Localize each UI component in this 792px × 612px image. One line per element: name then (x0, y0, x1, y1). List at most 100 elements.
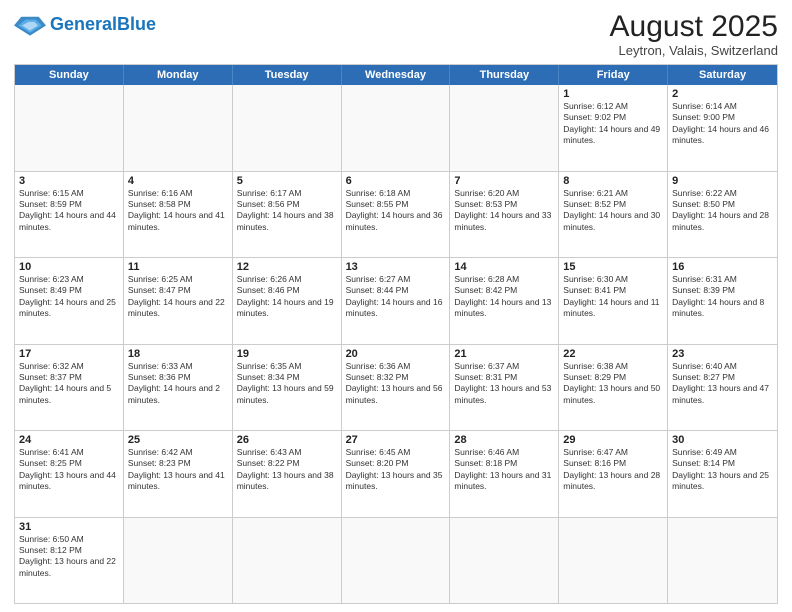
calendar-cell: 20Sunrise: 6:36 AM Sunset: 8:32 PM Dayli… (342, 345, 451, 431)
calendar-cell: 12Sunrise: 6:26 AM Sunset: 8:46 PM Dayli… (233, 258, 342, 344)
calendar-cell (124, 518, 233, 604)
calendar-cell: 31Sunrise: 6:50 AM Sunset: 8:12 PM Dayli… (15, 518, 124, 604)
day-info: Sunrise: 6:43 AM Sunset: 8:22 PM Dayligh… (237, 447, 337, 493)
calendar-cell: 5Sunrise: 6:17 AM Sunset: 8:56 PM Daylig… (233, 172, 342, 258)
calendar-cell: 23Sunrise: 6:40 AM Sunset: 8:27 PM Dayli… (668, 345, 777, 431)
weekday-tuesday: Tuesday (233, 65, 342, 85)
day-info: Sunrise: 6:17 AM Sunset: 8:56 PM Dayligh… (237, 188, 337, 234)
day-info: Sunrise: 6:45 AM Sunset: 8:20 PM Dayligh… (346, 447, 446, 493)
day-number: 31 (19, 521, 119, 533)
weekday-thursday: Thursday (450, 65, 559, 85)
day-info: Sunrise: 6:22 AM Sunset: 8:50 PM Dayligh… (672, 188, 773, 234)
day-info: Sunrise: 6:35 AM Sunset: 8:34 PM Dayligh… (237, 361, 337, 407)
calendar-cell: 29Sunrise: 6:47 AM Sunset: 8:16 PM Dayli… (559, 431, 668, 517)
calendar-cell: 10Sunrise: 6:23 AM Sunset: 8:49 PM Dayli… (15, 258, 124, 344)
weekday-saturday: Saturday (668, 65, 777, 85)
header: GeneralBlue August 2025 Leytron, Valais,… (14, 10, 778, 58)
subtitle: Leytron, Valais, Switzerland (610, 43, 778, 58)
calendar-cell (450, 85, 559, 171)
weekday-monday: Monday (124, 65, 233, 85)
day-number: 21 (454, 348, 554, 360)
day-info: Sunrise: 6:37 AM Sunset: 8:31 PM Dayligh… (454, 361, 554, 407)
day-info: Sunrise: 6:18 AM Sunset: 8:55 PM Dayligh… (346, 188, 446, 234)
day-number: 7 (454, 175, 554, 187)
day-number: 20 (346, 348, 446, 360)
day-info: Sunrise: 6:36 AM Sunset: 8:32 PM Dayligh… (346, 361, 446, 407)
calendar-cell: 17Sunrise: 6:32 AM Sunset: 8:37 PM Dayli… (15, 345, 124, 431)
logo-general: General (50, 14, 117, 34)
calendar-cell: 1Sunrise: 6:12 AM Sunset: 9:02 PM Daylig… (559, 85, 668, 171)
day-info: Sunrise: 6:40 AM Sunset: 8:27 PM Dayligh… (672, 361, 773, 407)
calendar-cell (342, 85, 451, 171)
day-number: 30 (672, 434, 773, 446)
day-info: Sunrise: 6:47 AM Sunset: 8:16 PM Dayligh… (563, 447, 663, 493)
day-number: 15 (563, 261, 663, 273)
day-info: Sunrise: 6:25 AM Sunset: 8:47 PM Dayligh… (128, 274, 228, 320)
calendar-cell (668, 518, 777, 604)
main-title: August 2025 (610, 10, 778, 43)
day-number: 14 (454, 261, 554, 273)
calendar-row: 1Sunrise: 6:12 AM Sunset: 9:02 PM Daylig… (15, 85, 777, 171)
day-info: Sunrise: 6:50 AM Sunset: 8:12 PM Dayligh… (19, 534, 119, 580)
calendar-row: 10Sunrise: 6:23 AM Sunset: 8:49 PM Dayli… (15, 257, 777, 344)
day-info: Sunrise: 6:14 AM Sunset: 9:00 PM Dayligh… (672, 101, 773, 147)
day-number: 22 (563, 348, 663, 360)
day-info: Sunrise: 6:23 AM Sunset: 8:49 PM Dayligh… (19, 274, 119, 320)
day-info: Sunrise: 6:32 AM Sunset: 8:37 PM Dayligh… (19, 361, 119, 407)
calendar-cell: 22Sunrise: 6:38 AM Sunset: 8:29 PM Dayli… (559, 345, 668, 431)
day-number: 3 (19, 175, 119, 187)
calendar-cell: 9Sunrise: 6:22 AM Sunset: 8:50 PM Daylig… (668, 172, 777, 258)
weekday-sunday: Sunday (15, 65, 124, 85)
calendar-cell (233, 518, 342, 604)
day-info: Sunrise: 6:16 AM Sunset: 8:58 PM Dayligh… (128, 188, 228, 234)
calendar-cell (342, 518, 451, 604)
weekday-friday: Friday (559, 65, 668, 85)
calendar-row: 31Sunrise: 6:50 AM Sunset: 8:12 PM Dayli… (15, 517, 777, 604)
day-info: Sunrise: 6:46 AM Sunset: 8:18 PM Dayligh… (454, 447, 554, 493)
day-info: Sunrise: 6:30 AM Sunset: 8:41 PM Dayligh… (563, 274, 663, 320)
day-number: 19 (237, 348, 337, 360)
calendar-cell (15, 85, 124, 171)
logo-blue: Blue (117, 14, 156, 34)
calendar-cell (559, 518, 668, 604)
day-number: 12 (237, 261, 337, 273)
calendar-header: Sunday Monday Tuesday Wednesday Thursday… (15, 65, 777, 85)
calendar-cell: 6Sunrise: 6:18 AM Sunset: 8:55 PM Daylig… (342, 172, 451, 258)
day-info: Sunrise: 6:27 AM Sunset: 8:44 PM Dayligh… (346, 274, 446, 320)
calendar-row: 3Sunrise: 6:15 AM Sunset: 8:59 PM Daylig… (15, 171, 777, 258)
day-number: 2 (672, 88, 773, 100)
day-number: 25 (128, 434, 228, 446)
day-info: Sunrise: 6:28 AM Sunset: 8:42 PM Dayligh… (454, 274, 554, 320)
calendar-cell: 7Sunrise: 6:20 AM Sunset: 8:53 PM Daylig… (450, 172, 559, 258)
calendar-cell: 21Sunrise: 6:37 AM Sunset: 8:31 PM Dayli… (450, 345, 559, 431)
calendar-cell: 15Sunrise: 6:30 AM Sunset: 8:41 PM Dayli… (559, 258, 668, 344)
calendar-cell: 4Sunrise: 6:16 AM Sunset: 8:58 PM Daylig… (124, 172, 233, 258)
calendar-cell (450, 518, 559, 604)
general-blue-icon (14, 10, 46, 38)
day-info: Sunrise: 6:38 AM Sunset: 8:29 PM Dayligh… (563, 361, 663, 407)
day-number: 17 (19, 348, 119, 360)
day-info: Sunrise: 6:15 AM Sunset: 8:59 PM Dayligh… (19, 188, 119, 234)
day-number: 1 (563, 88, 663, 100)
calendar-cell: 28Sunrise: 6:46 AM Sunset: 8:18 PM Dayli… (450, 431, 559, 517)
title-block: August 2025 Leytron, Valais, Switzerland (610, 10, 778, 58)
day-info: Sunrise: 6:31 AM Sunset: 8:39 PM Dayligh… (672, 274, 773, 320)
calendar-cell: 19Sunrise: 6:35 AM Sunset: 8:34 PM Dayli… (233, 345, 342, 431)
weekday-wednesday: Wednesday (342, 65, 451, 85)
calendar-cell: 11Sunrise: 6:25 AM Sunset: 8:47 PM Dayli… (124, 258, 233, 344)
calendar-body: 1Sunrise: 6:12 AM Sunset: 9:02 PM Daylig… (15, 85, 777, 603)
day-number: 8 (563, 175, 663, 187)
day-info: Sunrise: 6:42 AM Sunset: 8:23 PM Dayligh… (128, 447, 228, 493)
calendar-cell: 13Sunrise: 6:27 AM Sunset: 8:44 PM Dayli… (342, 258, 451, 344)
day-info: Sunrise: 6:26 AM Sunset: 8:46 PM Dayligh… (237, 274, 337, 320)
day-number: 5 (237, 175, 337, 187)
day-number: 27 (346, 434, 446, 446)
day-number: 16 (672, 261, 773, 273)
calendar-cell: 24Sunrise: 6:41 AM Sunset: 8:25 PM Dayli… (15, 431, 124, 517)
calendar-cell: 3Sunrise: 6:15 AM Sunset: 8:59 PM Daylig… (15, 172, 124, 258)
day-number: 9 (672, 175, 773, 187)
calendar-cell: 30Sunrise: 6:49 AM Sunset: 8:14 PM Dayli… (668, 431, 777, 517)
day-info: Sunrise: 6:21 AM Sunset: 8:52 PM Dayligh… (563, 188, 663, 234)
day-number: 28 (454, 434, 554, 446)
day-number: 26 (237, 434, 337, 446)
